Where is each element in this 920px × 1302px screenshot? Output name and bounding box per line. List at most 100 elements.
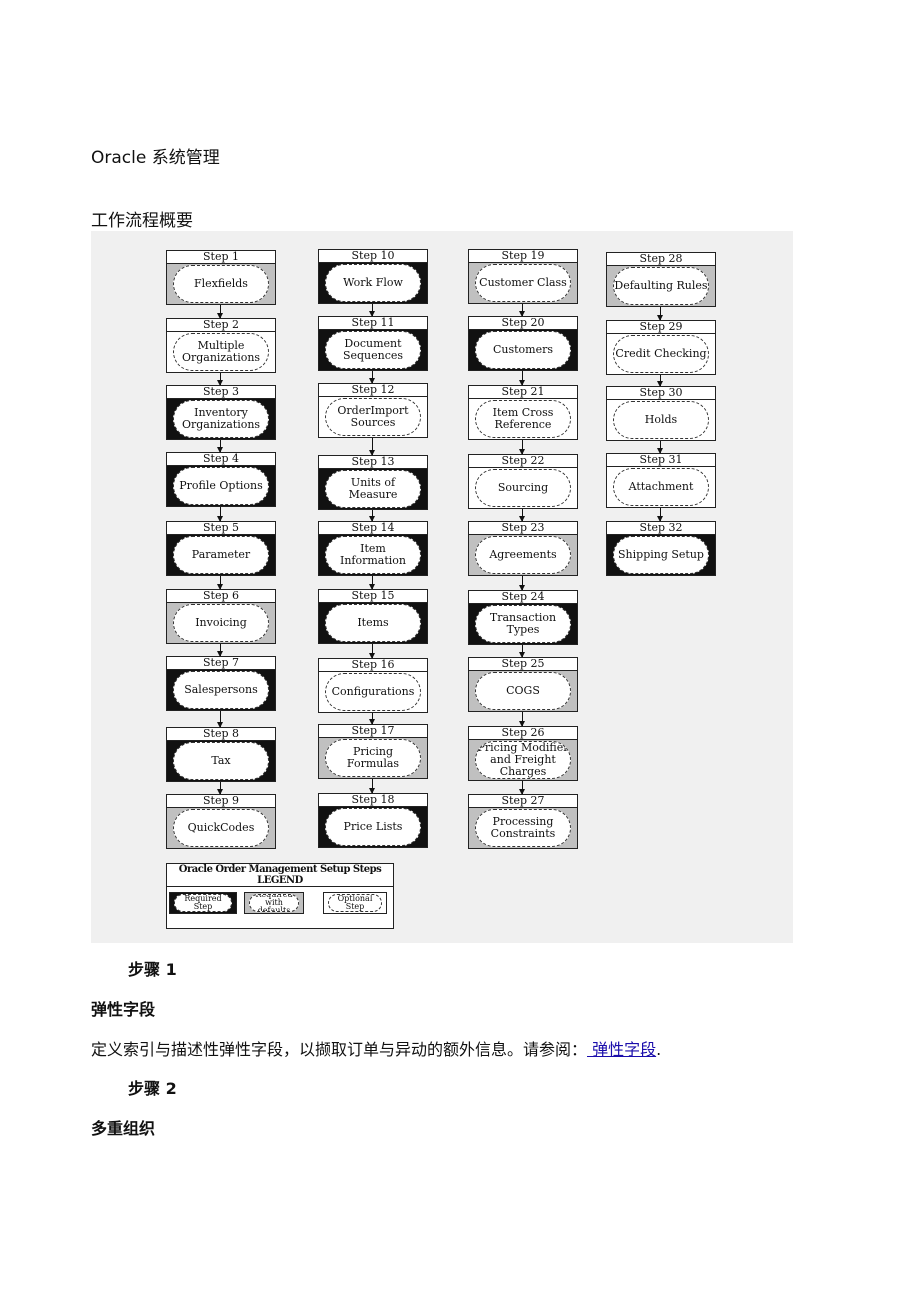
step-box: Step 15 Items — [318, 589, 428, 644]
step-number: Step 16 — [319, 659, 427, 672]
step-box: Step 16 Configurations — [318, 658, 428, 713]
step-number: Step 31 — [607, 454, 715, 467]
step-label: Customers — [475, 331, 571, 369]
legend-swatch: Optional Step — [323, 892, 387, 914]
step-body: Configurations — [319, 672, 427, 712]
flow-arrow — [217, 440, 223, 453]
step-label: Item Information — [325, 536, 421, 574]
flow-arrow — [217, 782, 223, 795]
step-label: Invoicing — [173, 604, 269, 642]
step-label: Units of Measure — [325, 470, 421, 508]
step-number: Step 4 — [167, 453, 275, 466]
step-label: OrderImport Sources — [325, 398, 421, 436]
flow-arrow — [519, 712, 525, 727]
step-number: Step 10 — [319, 250, 427, 263]
description-text: 定义索引与描述性弹性字段，以撷取订单与异动的额外信息。请参阅： — [91, 1040, 588, 1059]
step-label: Profile Options — [173, 467, 269, 505]
flow-arrow — [369, 438, 375, 456]
step-body: Inventory Organizations — [167, 399, 275, 439]
step-label: Attachment — [613, 468, 709, 506]
step-box: Step 5 Parameter — [166, 521, 276, 576]
flow-arrow — [369, 304, 375, 317]
step-box: Step 22 Sourcing — [468, 454, 578, 509]
step-box: Step 20 Customers — [468, 316, 578, 371]
flow-arrow — [369, 644, 375, 659]
flow-arrow — [369, 713, 375, 725]
step-body: Salespersons — [167, 670, 275, 710]
step-label: Customer Class — [475, 264, 571, 302]
section-title: 工作流程概要 — [91, 211, 193, 231]
step-box: Step 32 Shipping Setup — [606, 521, 716, 576]
step-label: Item Cross Reference — [475, 400, 571, 438]
step-number: Step 11 — [319, 317, 427, 330]
step-number: Step 21 — [469, 386, 577, 399]
step-body: Price Lists — [319, 807, 427, 847]
flow-arrow — [657, 441, 663, 454]
legend-label: Required with defaults — [249, 894, 299, 912]
step-box: Step 23 Agreements — [468, 521, 578, 576]
page-title: Oracle 系统管理 — [91, 148, 220, 168]
legend-label: Optional Step — [328, 894, 382, 912]
step-label: Pricing Formulas — [325, 739, 421, 777]
step-box: Step 21 Item Cross Reference — [468, 385, 578, 440]
step-label: Price Lists — [325, 808, 421, 846]
step-number: Step 12 — [319, 384, 427, 397]
step-body: Transaction Types — [469, 604, 577, 644]
multiple-organizations-heading: 多重组织 — [91, 1119, 156, 1138]
step-number: Step 30 — [607, 387, 715, 400]
step-body: Items — [319, 603, 427, 643]
flexfields-heading: 弹性字段 — [91, 1000, 156, 1019]
step-label: Processing Constraints — [475, 809, 571, 847]
flow-arrow — [369, 510, 375, 522]
step-label: Agreements — [475, 536, 571, 574]
step-box: Step 30 Holds — [606, 386, 716, 441]
step-body: Holds — [607, 400, 715, 440]
step-number: Step 19 — [469, 250, 577, 263]
flow-arrow — [217, 373, 223, 386]
step-number: Step 7 — [167, 657, 275, 670]
step-body: Parameter — [167, 535, 275, 575]
step-box: Step 14 Item Information — [318, 521, 428, 576]
legend-swatch: Required Step — [169, 892, 237, 914]
step-box: Step 12 OrderImport Sources — [318, 383, 428, 438]
step-number: Step 13 — [319, 456, 427, 469]
flexfields-description: 定义索引与描述性弹性字段，以撷取订单与异动的额外信息。请参阅： 弹性字段. — [91, 1036, 661, 1060]
flow-arrow — [217, 305, 223, 319]
step-number: Step 17 — [319, 725, 427, 738]
step-box: Step 29 Credit Checking — [606, 320, 716, 375]
step-number: Step 22 — [469, 455, 577, 468]
flow-arrow — [657, 307, 663, 321]
legend-swatch: Required with defaults — [244, 892, 304, 914]
step-box: Step 19 Customer Class — [468, 249, 578, 304]
flow-arrow — [657, 508, 663, 522]
step-box: Step 11 Document Sequences — [318, 316, 428, 371]
step-body: Sourcing — [469, 468, 577, 508]
step-body: Customers — [469, 330, 577, 370]
step-label: QuickCodes — [173, 809, 269, 847]
step-body: Attachment — [607, 467, 715, 507]
flow-arrow — [519, 645, 525, 658]
step-box: Step 24 Transaction Types — [468, 590, 578, 645]
step-label: Sourcing — [475, 469, 571, 507]
flow-arrow — [217, 644, 223, 657]
step-body: Tax — [167, 741, 275, 781]
step-number: Step 14 — [319, 522, 427, 535]
flow-arrow — [519, 440, 525, 455]
step-body: Item Cross Reference — [469, 399, 577, 439]
step-1-heading: 步骤 1 — [128, 960, 177, 979]
step-body: Invoicing — [167, 603, 275, 643]
step-label: Pricing Modifier and Freight Charges — [475, 741, 571, 779]
step-body: Shipping Setup — [607, 535, 715, 575]
step-body: Customer Class — [469, 263, 577, 303]
step-body: Defaulting Rules — [607, 266, 715, 306]
flexfields-link[interactable]: 弹性字段 — [587, 1040, 656, 1059]
period: . — [656, 1040, 662, 1059]
step-box: Step 25 COGS — [468, 657, 578, 712]
step-box: Step 8 Tax — [166, 727, 276, 782]
setup-steps-diagram: Oracle Order Management Setup Steps LEGE… — [91, 231, 793, 943]
step-label: Flexfields — [173, 265, 269, 303]
step-label: Items — [325, 604, 421, 642]
step-body: Pricing Modifier and Freight Charges — [469, 740, 577, 780]
step-number: Step 2 — [167, 319, 275, 332]
flow-arrow — [519, 576, 525, 591]
